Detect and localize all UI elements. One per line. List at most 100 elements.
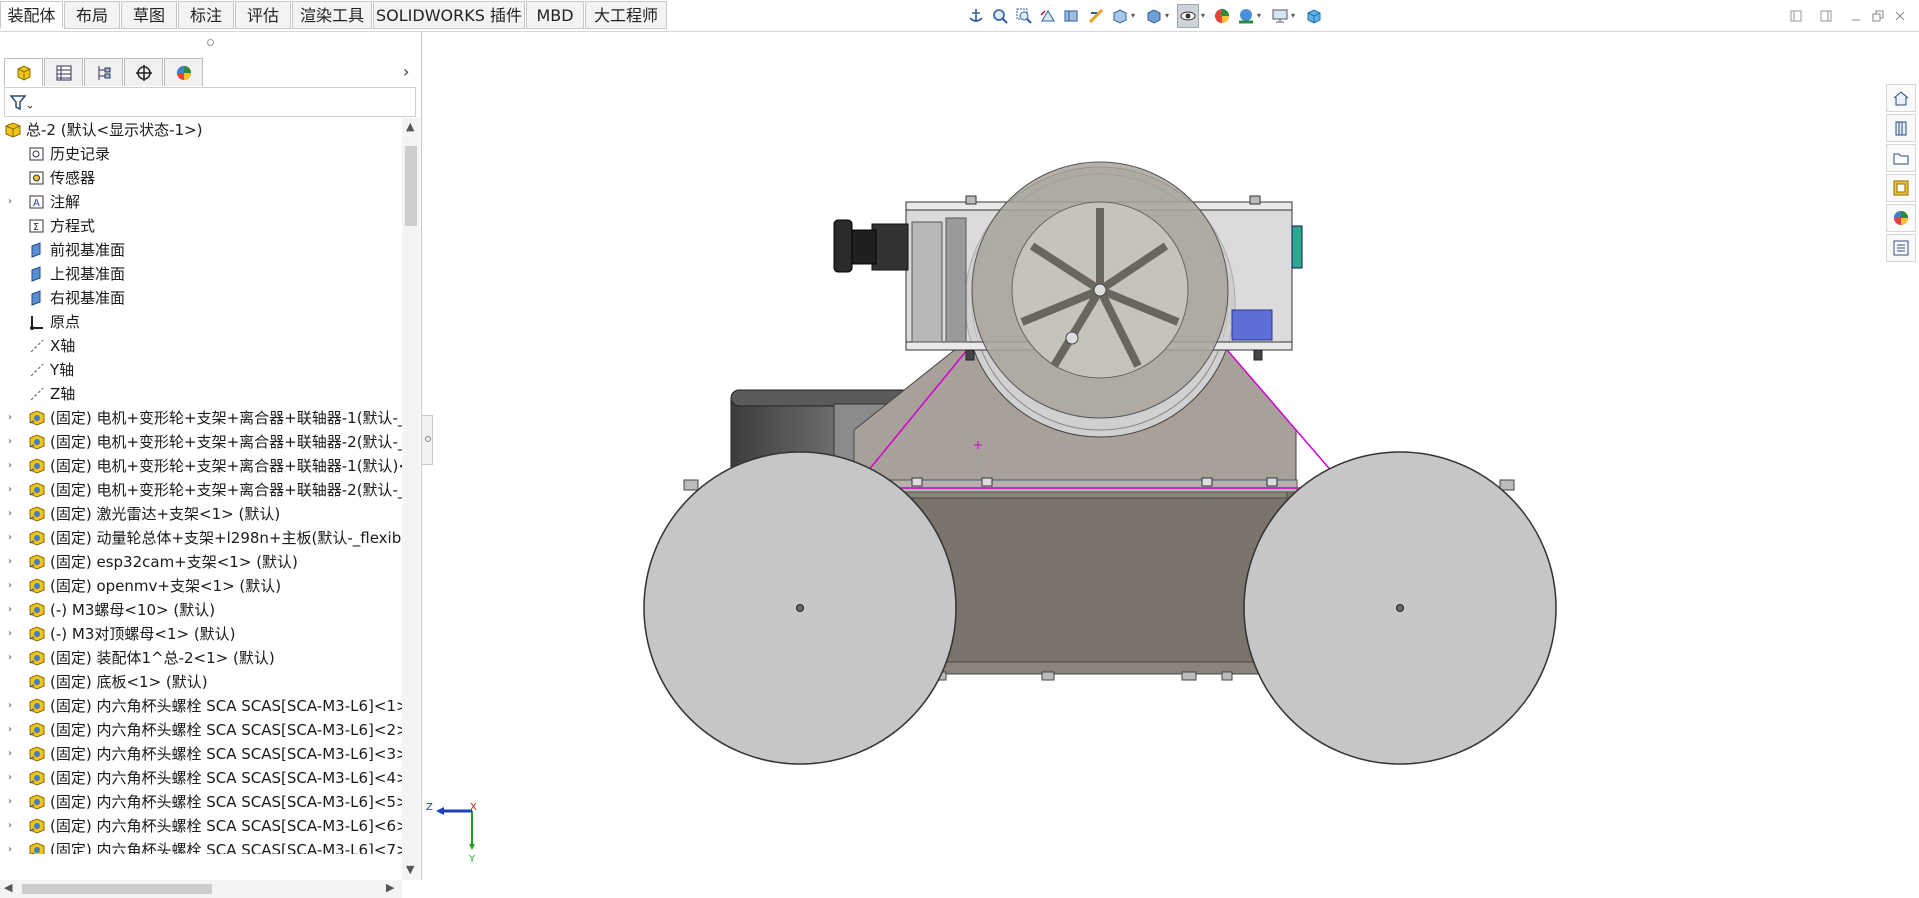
tab-mbd[interactable]: MBD — [526, 1, 584, 29]
expand-arrow-icon[interactable]: › — [8, 502, 18, 526]
tree-item[interactable]: 上视基准面 — [0, 262, 402, 286]
expand-arrow-icon[interactable]: › — [8, 478, 18, 502]
tree-item[interactable]: › (固定) 激光雷达+支架<1> (默认) — [0, 502, 402, 526]
property-manager-tab-icon[interactable] — [44, 58, 83, 86]
home-icon[interactable] — [1886, 84, 1916, 112]
expand-arrow-icon[interactable]: › — [8, 406, 18, 430]
tree-item[interactable]: Y轴 — [0, 358, 402, 382]
close-icon[interactable] — [1889, 6, 1911, 26]
tree-horizontal-scrollbar[interactable]: ◀ ▶ — [0, 880, 402, 898]
custom-properties-icon[interactable] — [1886, 234, 1916, 262]
apply-scene-icon[interactable] — [1235, 4, 1257, 28]
tree-item[interactable]: (固定) 底板<1> (默认) — [0, 670, 402, 694]
section-view-icon[interactable] — [1061, 4, 1083, 28]
restore-icon[interactable] — [1867, 6, 1889, 26]
tree-item[interactable]: 历史记录 — [0, 142, 402, 166]
expand-arrow-icon[interactable]: › — [8, 550, 18, 574]
tree-item[interactable]: X轴 — [0, 334, 402, 358]
chevron-right-icon[interactable]: › — [403, 62, 409, 81]
tab-solidworks-addins[interactable]: SOLIDWORKS 插件 — [373, 1, 525, 29]
tab-markup[interactable]: 标注 — [178, 1, 234, 29]
zoom-to-fit-icon[interactable] — [989, 4, 1011, 28]
edit-appearance-icon[interactable] — [1211, 4, 1233, 28]
scroll-thumb[interactable] — [405, 146, 417, 226]
panel-grip-icon[interactable] — [207, 39, 214, 46]
zoom-area-icon[interactable] — [1013, 4, 1035, 28]
tree-item[interactable]: › (固定) 内六角杯头螺栓 SCA SCAS[SCA-M3-L6]<6> — [0, 814, 402, 838]
dimxpert-tab-icon[interactable] — [124, 58, 163, 86]
tree-item[interactable]: › (固定) 动量轮总体+支架+l298n+主板(默认-_flexible — [0, 526, 402, 550]
expand-arrow-icon[interactable]: › — [8, 694, 18, 718]
tree-item[interactable]: › (固定) 内六角杯头螺栓 SCA SCAS[SCA-M3-L6]<7> — [0, 838, 402, 854]
tab-layout[interactable]: 布局 — [64, 1, 120, 29]
tree-item[interactable]: 传感器 — [0, 166, 402, 190]
expand-arrow-icon[interactable]: › — [8, 574, 18, 598]
expand-arrow-icon[interactable]: › — [8, 718, 18, 742]
expand-arrow-icon[interactable]: › — [8, 814, 18, 838]
tree-item[interactable]: › (固定) esp32cam+支架<1> (默认) — [0, 550, 402, 574]
scroll-down-icon[interactable]: ▼ — [406, 863, 414, 876]
tab-sketch[interactable]: 草图 — [121, 1, 177, 29]
configuration-manager-tab-icon[interactable] — [84, 58, 123, 86]
tree-item[interactable]: › (-) M3螺母<10> (默认) — [0, 598, 402, 622]
tree-item[interactable]: › (固定) 内六角杯头螺栓 SCA SCAS[SCA-M3-L6]<3> — [0, 742, 402, 766]
expand-arrow-icon[interactable]: › — [8, 190, 18, 214]
tree-item[interactable]: › (固定) 内六角杯头螺栓 SCA SCAS[SCA-M3-L6]<1> — [0, 694, 402, 718]
dynamic-annotation-icon[interactable] — [1085, 4, 1107, 28]
h-scroll-thumb[interactable] — [22, 884, 212, 894]
expand-arrow-icon[interactable]: › — [8, 454, 18, 478]
tree-root[interactable]: 总-2 (默认<显示状态-1>) — [0, 118, 402, 142]
tree-item[interactable]: › (固定) 电机+变形轮+支架+离合器+联轴器-2(默认-_f — [0, 478, 402, 502]
design-library-icon[interactable] — [1886, 114, 1916, 142]
tree-item[interactable]: 右视基准面 — [0, 286, 402, 310]
file-explorer-icon[interactable] — [1886, 144, 1916, 172]
3d-view-cube-icon[interactable] — [1303, 4, 1325, 28]
tree-vertical-scrollbar[interactable]: ▲ ▼ — [402, 118, 420, 880]
tab-render-tools[interactable]: 渲染工具 — [292, 1, 372, 29]
tree-item[interactable]: › (固定) 电机+变形轮+支架+离合器+联轴器-1(默认-_f — [0, 406, 402, 430]
panel-left-icon[interactable] — [1785, 6, 1807, 26]
feature-manager-tab-icon[interactable] — [4, 58, 43, 86]
expand-arrow-icon[interactable]: › — [8, 742, 18, 766]
hide-show-items-icon[interactable] — [1177, 4, 1199, 28]
view-settings-icon[interactable] — [1269, 4, 1291, 28]
display-style-icon[interactable] — [1143, 4, 1165, 28]
tree-item[interactable]: › (固定) openmv+支架<1> (默认) — [0, 574, 402, 598]
anchor-icon[interactable] — [965, 4, 987, 28]
tree-item[interactable]: › (固定) 内六角杯头螺栓 SCA SCAS[SCA-M3-L6]<5> — [0, 790, 402, 814]
tab-engineer[interactable]: 大工程师 — [585, 1, 667, 29]
scroll-up-icon[interactable]: ▲ — [406, 120, 414, 133]
expand-arrow-icon[interactable]: › — [8, 838, 18, 854]
tree-filter-bar[interactable] — [4, 87, 416, 117]
view-orientation-icon[interactable] — [1109, 4, 1131, 28]
expand-arrow-icon[interactable]: › — [8, 430, 18, 454]
tree-item[interactable]: › (固定) 装配体1^总-2<1> (默认) — [0, 646, 402, 670]
expand-arrow-icon[interactable]: › — [8, 622, 18, 646]
expand-arrow-icon[interactable]: › — [8, 646, 18, 670]
tree-item[interactable]: › (固定) 电机+变形轮+支架+离合器+联轴器-1(默认)< — [0, 454, 402, 478]
tree-item[interactable]: 前视基准面 — [0, 238, 402, 262]
minimize-icon[interactable] — [1845, 6, 1867, 26]
tab-evaluate[interactable]: 评估 — [235, 1, 291, 29]
tree-item[interactable]: › (固定) 内六角杯头螺栓 SCA SCAS[SCA-M3-L6]<4> — [0, 766, 402, 790]
tree-item[interactable]: 原点 — [0, 310, 402, 334]
filter-icon[interactable] — [9, 94, 33, 112]
tree-item[interactable]: Z轴 — [0, 382, 402, 406]
display-manager-tab-icon[interactable] — [164, 58, 203, 86]
tree-item[interactable]: › A 注解 — [0, 190, 402, 214]
tree-item[interactable]: Σ 方程式 — [0, 214, 402, 238]
tree-item[interactable]: › (-) M3对顶螺母<1> (默认) — [0, 622, 402, 646]
tab-assembly[interactable]: 装配体 — [0, 1, 63, 29]
tree-item[interactable]: › (固定) 内六角杯头螺栓 SCA SCAS[SCA-M3-L6]<2> — [0, 718, 402, 742]
scroll-left-icon[interactable]: ◀ — [4, 881, 12, 894]
expand-arrow-icon[interactable]: › — [8, 790, 18, 814]
tree-item[interactable]: › (固定) 电机+变形轮+支架+离合器+联轴器-2(默认-_f — [0, 430, 402, 454]
expand-arrow-icon[interactable]: › — [8, 526, 18, 550]
expand-arrow-icon[interactable]: › — [8, 598, 18, 622]
panel-right-icon[interactable] — [1815, 6, 1837, 26]
expand-arrow-icon[interactable]: › — [8, 766, 18, 790]
scroll-right-icon[interactable]: ▶ — [386, 881, 394, 894]
previous-view-icon[interactable] — [1037, 4, 1059, 28]
view-palette-icon[interactable] — [1886, 174, 1916, 202]
graphics-area[interactable]: Z X Y — [422, 32, 1882, 880]
